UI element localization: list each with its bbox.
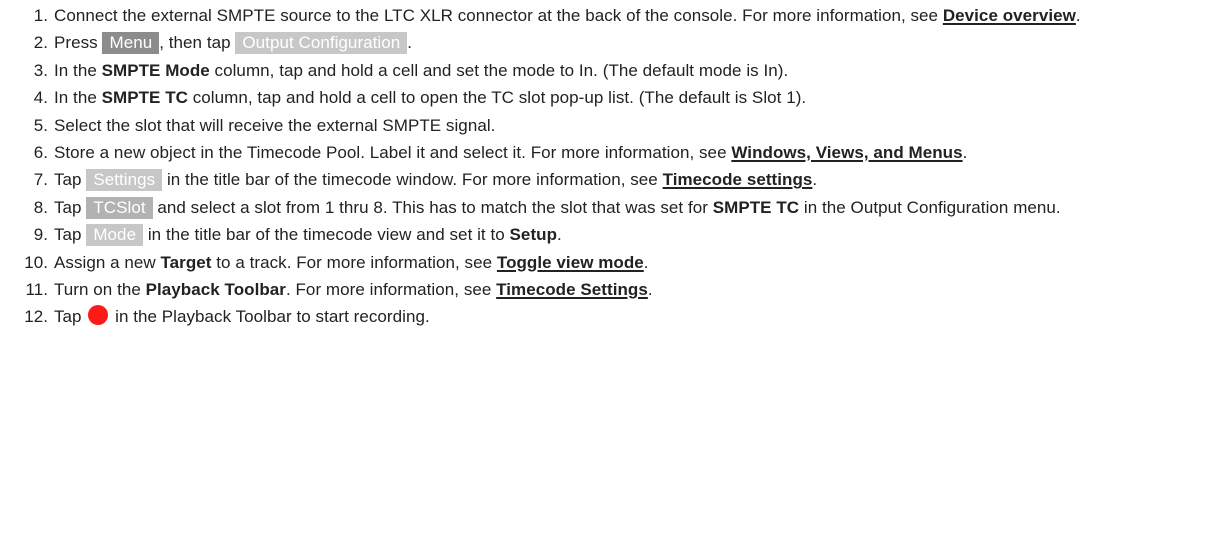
step-text: in the title bar of the timecode view an…: [143, 225, 510, 245]
mode-key: Mode: [86, 224, 144, 247]
menu-key: Menu: [102, 32, 160, 55]
step-text: .: [647, 280, 653, 300]
instructions-page: 1. Connect the external SMPTE source to …: [0, 0, 1207, 541]
keyword: Target: [160, 252, 212, 272]
step-text: Turn on the: [54, 280, 146, 300]
step-1: 1. Connect the external SMPTE source to …: [12, 2, 1195, 29]
link-timecode-settings-2[interactable]: Timecode Settings: [496, 280, 648, 299]
step-number: 2.: [33, 33, 48, 53]
keyword: SMPTE TC: [101, 88, 188, 108]
step-text: and select a slot from 1 thru 8. This ha…: [152, 197, 713, 217]
step-number: 8.: [33, 197, 48, 217]
keyword: SMPTE Mode: [101, 60, 210, 80]
step-text: .: [407, 33, 413, 53]
step-number: 5.: [33, 115, 48, 135]
step-text: Tap: [54, 225, 87, 245]
step-text: Tap: [54, 197, 87, 217]
step-text: Tap: [54, 307, 87, 327]
step-number: 3.: [33, 60, 48, 80]
step-text: in the title bar of the timecode window.…: [162, 170, 663, 190]
step-12: 12. Tap in the Playback Toolbar to start…: [12, 303, 1195, 330]
link-device-overview[interactable]: Device overview: [943, 6, 1076, 25]
step-text: In the: [54, 60, 102, 80]
step-text: Select the slot that will receive the ex…: [54, 115, 496, 135]
step-text: column, tap and hold a cell and set the …: [209, 60, 789, 80]
output-configuration-key: Output Configuration: [235, 32, 408, 55]
step-text: .: [557, 225, 562, 245]
step-number: 10.: [24, 252, 48, 272]
step-11: 11. Turn on the Playback Toolbar. For mo…: [12, 276, 1195, 303]
step-text: in the Output Configuration menu.: [799, 197, 1061, 217]
tcslot-key: TCSlot: [86, 196, 153, 219]
step-text: Assign a new: [54, 252, 161, 272]
step-text: Tap: [54, 170, 87, 190]
step-number: 7.: [33, 170, 48, 190]
step-text: Store a new object in the Timecode Pool.…: [54, 143, 732, 163]
step-text: column, tap and hold a cell to open the …: [187, 88, 807, 108]
keyword: SMPTE TC: [712, 197, 800, 217]
step-number: 6.: [33, 143, 48, 163]
step-text: Press: [54, 33, 103, 53]
keyword: Playback Toolbar: [145, 280, 286, 300]
record-icon: [88, 305, 109, 326]
step-text: .: [812, 170, 818, 190]
step-text: in the Playback Toolbar to start recordi…: [110, 307, 430, 327]
steps-list: 1. Connect the external SMPTE source to …: [12, 2, 1195, 331]
step-2: 2. Press Menu, then tap Output Configura…: [12, 29, 1195, 56]
step-text: , then tap: [159, 33, 236, 53]
step-number: 9.: [33, 225, 48, 245]
step-number: 4.: [33, 88, 48, 108]
link-toggle-view-mode[interactable]: Toggle view mode: [497, 253, 644, 272]
link-timecode-settings[interactable]: Timecode settings: [663, 170, 813, 189]
step-text: In the: [54, 88, 102, 108]
step-number: 12.: [24, 307, 48, 327]
step-text: .: [643, 252, 649, 272]
step-8: 8. Tap TCSlot and select a slot from 1 t…: [12, 194, 1195, 221]
keyword: Setup: [509, 225, 558, 245]
step-text: .: [962, 143, 968, 163]
step-5: 5. Select the slot that will receive the…: [12, 112, 1195, 139]
step-text: Connect the external SMPTE source to the…: [54, 6, 943, 25]
step-number: 11.: [25, 280, 48, 300]
step-4: 4. In the SMPTE TC column, tap and hold …: [12, 84, 1195, 111]
step-text: .: [1075, 6, 1081, 25]
step-10: 10. Assign a new Target to a track. For …: [12, 249, 1195, 276]
step-9: 9. Tap Mode in the title bar of the time…: [12, 221, 1195, 248]
step-text: . For more information, see: [285, 280, 497, 300]
step-7: 7. Tap Settings in the title bar of the …: [12, 166, 1195, 193]
link-windows-views-menus[interactable]: Windows, Views, and Menus: [731, 143, 962, 162]
settings-key: Settings: [86, 169, 163, 192]
step-number: 1.: [33, 6, 48, 25]
step-3: 3. In the SMPTE Mode column, tap and hol…: [12, 57, 1195, 84]
step-6: 6. Store a new object in the Timecode Po…: [12, 139, 1195, 166]
step-text: to a track. For more information, see: [211, 252, 497, 272]
